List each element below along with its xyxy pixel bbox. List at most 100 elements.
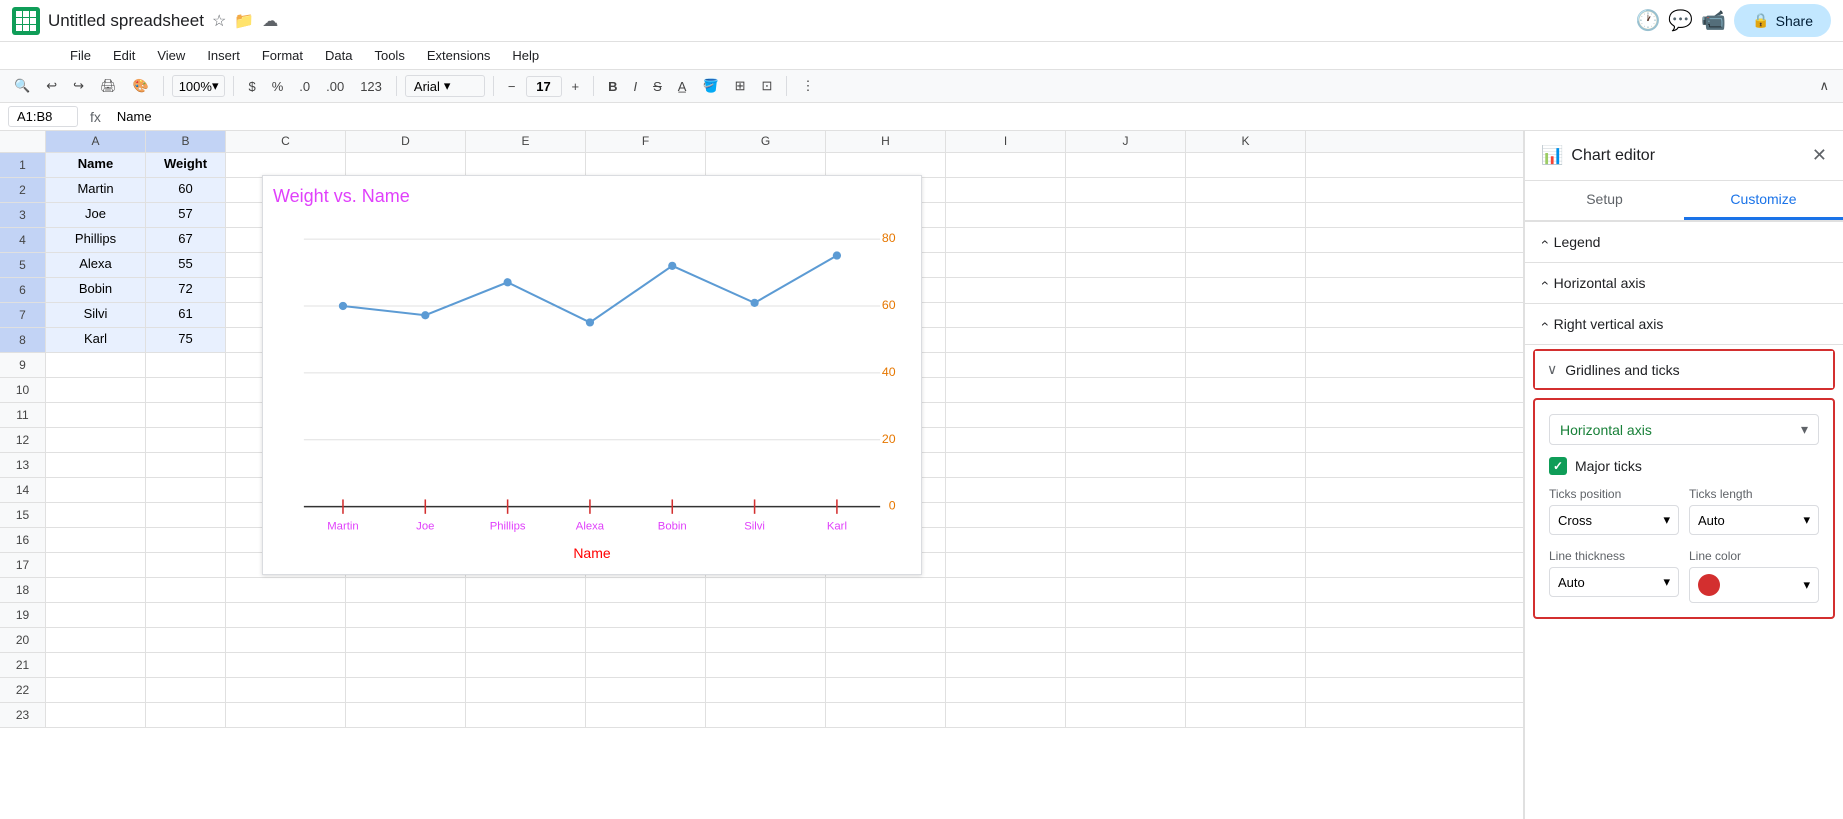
menu-view[interactable]: View [147,44,195,67]
col-header-d[interactable]: D [346,131,466,152]
menu-tools[interactable]: Tools [364,44,414,67]
merge-button[interactable]: ⊡ [756,74,779,98]
tab-setup[interactable]: Setup [1525,181,1684,220]
format-123-button[interactable]: 123 [354,75,388,98]
cell-d1[interactable] [346,153,466,177]
cell-j1[interactable] [1066,153,1186,177]
menu-data[interactable]: Data [315,44,362,67]
font-selector[interactable]: Arial▾ [405,75,485,97]
share-button[interactable]: 🔒 Share [1734,4,1831,37]
cell-b2[interactable]: 60 [146,178,226,202]
ticks-position-value: Cross [1558,513,1592,528]
redo-button[interactable]: ↪ [67,74,90,98]
panel-close-button[interactable]: ✕ [1812,145,1827,166]
right-vertical-axis-section-header[interactable]: › Right vertical axis [1525,304,1843,344]
col-header-e[interactable]: E [466,131,586,152]
cell-a4[interactable]: Phillips [46,228,146,252]
cloud-icon[interactable]: ☁ [262,11,278,31]
horizontal-axis-label: Horizontal axis [1554,275,1646,291]
col-header-j[interactable]: J [1066,131,1186,152]
cell-g1[interactable] [706,153,826,177]
toolbar: 🔍 ↩ ↪ 🖨 🎨 100% ▾ $ % .0 .00 123 Arial▾ −… [0,69,1843,103]
menu-edit[interactable]: Edit [103,44,145,67]
ticks-position-select[interactable]: Cross ▾ [1549,505,1679,535]
cell-b4[interactable]: 67 [146,228,226,252]
col-header-k[interactable]: K [1186,131,1306,152]
history-icon[interactable]: 🕐 [1635,8,1660,33]
menu-help[interactable]: Help [502,44,549,67]
panel-tabs: Setup Customize [1525,181,1843,222]
borders-button[interactable]: ⊞ [729,74,752,98]
cell-a1[interactable]: Name [46,153,146,177]
decimal-dec-button[interactable]: .0 [293,75,316,98]
menu-insert[interactable]: Insert [197,44,250,67]
col-header-b[interactable]: B [146,131,226,152]
zoom-control[interactable]: 100% ▾ [172,75,226,97]
cell-b7[interactable]: 61 [146,303,226,327]
font-size-inc[interactable]: + [566,75,586,98]
legend-section-header[interactable]: › Legend [1525,222,1843,262]
bold-button[interactable]: B [602,75,623,98]
fill-color-button[interactable]: 🪣 [696,74,724,98]
gridlines-section-header[interactable]: ∨ Gridlines and ticks [1535,351,1833,388]
cell-b1[interactable]: Weight [146,153,226,177]
col-header-a[interactable]: A [46,131,146,152]
collapse-toolbar[interactable]: ∧ [1813,74,1835,98]
paint-format-button[interactable]: 🎨 [127,74,155,98]
cell-reference[interactable]: A1:B8 [8,106,78,127]
cell-b5[interactable]: 55 [146,253,226,277]
cell-k1[interactable] [1186,153,1306,177]
cell-a8[interactable]: Karl [46,328,146,352]
axis-dropdown[interactable]: Horizontal axis ▾ [1549,414,1819,445]
chart-container[interactable]: Weight vs. Name 80 60 40 20 0 [262,175,922,575]
search-button[interactable]: 🔍 [8,74,36,98]
col-header-i[interactable]: I [946,131,1066,152]
undo-button[interactable]: ↩ [40,74,63,98]
cell-h1[interactable] [826,153,946,177]
col-header-h[interactable]: H [826,131,946,152]
strikethrough-button[interactable]: S [647,75,668,98]
menu-format[interactable]: Format [252,44,313,67]
col-header-f[interactable]: F [586,131,706,152]
line-color-select[interactable]: ▾ [1689,567,1819,603]
font-size-box[interactable]: 17 [526,76,562,97]
cell-a2[interactable]: Martin [46,178,146,202]
ticks-position-group: Ticks position Cross ▾ [1549,487,1679,535]
menu-extensions[interactable]: Extensions [417,44,501,67]
chart-inner: 80 60 40 20 0 [273,213,911,543]
cell-a3[interactable]: Joe [46,203,146,227]
text-color-button[interactable]: A̲ [672,75,693,98]
row-num-4: 4 [0,228,46,252]
cell-a7[interactable]: Silvi [46,303,146,327]
cell-b8[interactable]: 75 [146,328,226,352]
ticks-length-select[interactable]: Auto ▾ [1689,505,1819,535]
decimal-inc-button[interactable]: .00 [320,75,350,98]
cell-a6[interactable]: Bobin [46,278,146,302]
cell-a5[interactable]: Alexa [46,253,146,277]
cell-f1[interactable] [586,153,706,177]
cell-e1[interactable] [466,153,586,177]
cell-c1[interactable] [226,153,346,177]
major-ticks-checkbox[interactable] [1549,457,1567,475]
folder-icon[interactable]: 📁 [234,11,254,31]
percent-button[interactable]: % [266,75,290,98]
star-icon[interactable]: ☆ [212,11,226,31]
chat-icon[interactable]: 💬 [1668,8,1693,33]
line-thickness-select[interactable]: Auto ▾ [1549,567,1679,597]
cell-b3[interactable]: 57 [146,203,226,227]
menu-file[interactable]: File [60,44,101,67]
more-options[interactable]: ⋮ [795,74,820,98]
camera-icon[interactable]: 📹 [1701,8,1726,33]
tab-customize[interactable]: Customize [1684,181,1843,220]
header-right: 🕐 💬 📹 🔒 Share [1635,4,1831,37]
formula-input[interactable] [113,107,1835,126]
italic-button[interactable]: I [627,75,643,98]
font-size-dec[interactable]: − [502,75,522,98]
cell-b6[interactable]: 72 [146,278,226,302]
print-button[interactable]: 🖨 [94,74,123,98]
col-header-c[interactable]: C [226,131,346,152]
currency-button[interactable]: $ [242,75,261,98]
col-header-g[interactable]: G [706,131,826,152]
horizontal-axis-section-header[interactable]: › Horizontal axis [1525,263,1843,303]
cell-i1[interactable] [946,153,1066,177]
